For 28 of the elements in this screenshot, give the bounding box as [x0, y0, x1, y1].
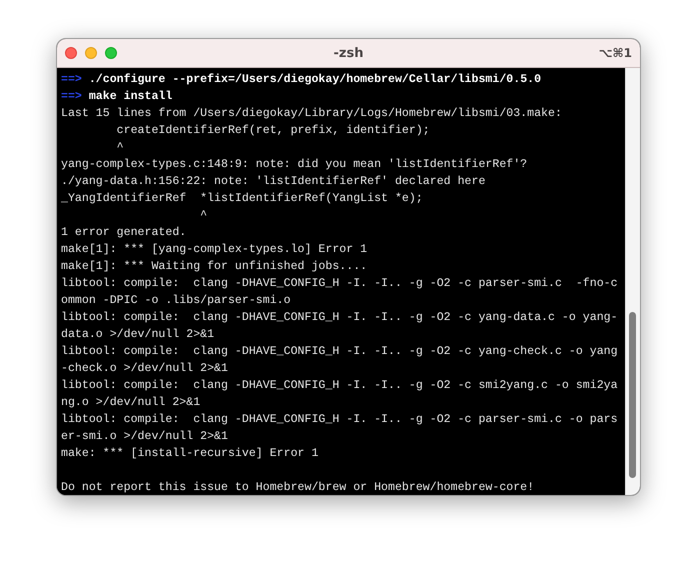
- command-text: make install: [88, 90, 172, 103]
- output-line: _YangIdentifierRef *listIdentifierRef(YangList *e);: [61, 192, 423, 205]
- output-line: libtool: compile: clang -DHAVE_CONFIG_H -I. -I.. -g -O2 -c yang-data.c -o yang-: [61, 311, 618, 324]
- output-line: libtool: compile: clang -DHAVE_CONFIG_H -I. -I.. -g -O2 -c parser-smi.c -fno-c: [61, 277, 618, 290]
- output-line: libtool: compile: clang -DHAVE_CONFIG_H -I. -I.. -g -O2 -c smi2yang.c -o smi2ya: [61, 379, 618, 392]
- output-line: ^: [116, 141, 124, 154]
- output-line: ng.o >/dev/null 2>&1: [61, 396, 200, 409]
- output-line: make: *** [install-recursive] Error 1: [61, 447, 318, 460]
- output-line: er-smi.o >/dev/null 2>&1: [61, 430, 228, 443]
- output-line: -check.o >/dev/null 2>&1: [61, 362, 228, 375]
- output-line: ./yang-data.h:156:22: note: 'listIdentifierRef' declared here: [61, 175, 486, 188]
- prompt-arrow: ==>: [61, 90, 82, 103]
- output-line: make[1]: *** Waiting for unfinished jobs....: [61, 260, 368, 273]
- output-line: libtool: compile: clang -DHAVE_CONFIG_H -I. -I.. -g -O2 -c yang-check.c -o yang: [61, 345, 618, 358]
- output-line: yang-complex-types.c:148:9: note: did you mean 'listIdentifierRef'?: [61, 158, 528, 171]
- shortcut-label: ⌥⌘1: [598, 46, 632, 60]
- output-line: libtool: compile: clang -DHAVE_CONFIG_H -I. -I.. -g -O2 -c parser-smi.c -o pars: [61, 413, 618, 426]
- command-text: ./configure --prefix=/Users/diegokay/homebrew/Cellar/libsmi/0.5.0: [88, 73, 542, 86]
- prompt-arrow: ==>: [61, 73, 82, 86]
- output-line: ^: [199, 209, 208, 222]
- output-line: ommon -DPIC -o .libs/parser-smi.o: [61, 294, 291, 307]
- window-title: -zsh: [332, 46, 364, 60]
- output-line: make[1]: *** [yang-complex-types.lo] Error 1: [61, 243, 368, 256]
- output-line: Do not report this issue to Homebrew/brew or Homebrew/homebrew-core!: [61, 481, 534, 494]
- output-line: Last 15 lines from /Users/diegokay/Library/Logs/Homebrew/libsmi/03.make:: [61, 107, 562, 120]
- output-line: createIdentifierRef(ret, prefix, identifier);: [116, 124, 430, 137]
- output-line: data.o >/dev/null 2>&1: [61, 328, 214, 341]
- output-line: 1 error generated.: [61, 226, 186, 239]
